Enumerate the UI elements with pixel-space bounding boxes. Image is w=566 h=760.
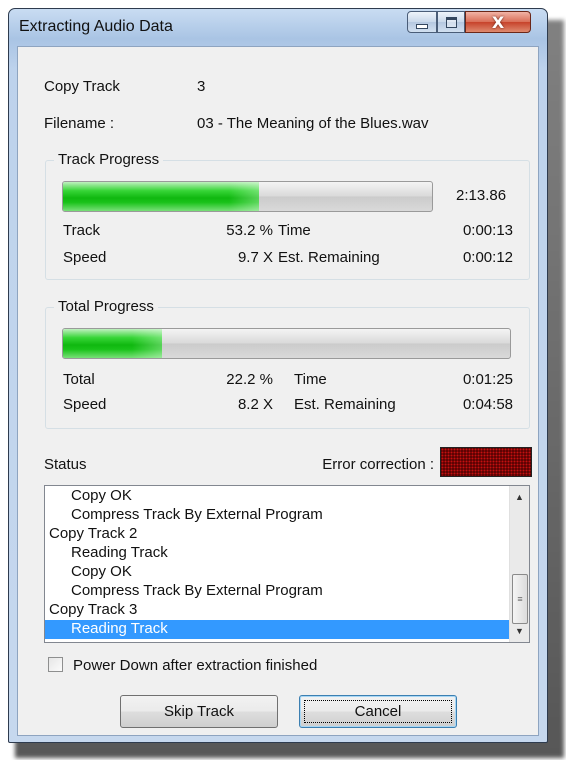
total-progress-bar <box>62 328 511 359</box>
skip-track-label: Skip Track <box>163 703 235 720</box>
filename-value: 03 - The Meaning of the Blues.wav <box>197 115 429 132</box>
total-time-label: Time <box>294 371 327 388</box>
total-speed-value: 8.2 X <box>237 396 273 413</box>
copy-track-value: 3 <box>197 78 206 95</box>
focus-ring <box>304 700 452 723</box>
close-icon: X <box>491 12 505 32</box>
error-correction-label: Error correction : <box>322 456 434 473</box>
title-bar[interactable]: Extracting Audio Data X <box>9 9 547 45</box>
total-progress-fill <box>63 329 163 358</box>
chevron-down-icon[interactable]: ▼ <box>510 622 529 640</box>
chevron-up-icon[interactable]: ▲ <box>510 488 529 506</box>
scrollbar-thumb[interactable]: ≡ <box>512 574 528 624</box>
total-progress-legend: Total Progress <box>54 298 158 315</box>
track-percent: 53.2 % <box>226 222 273 239</box>
minimize-icon <box>416 23 428 29</box>
filename-label: Filename : <box>44 115 115 132</box>
track-progress-bar <box>62 181 433 212</box>
track-duration: 2:13.86 <box>456 187 507 204</box>
total-speed-label: Speed <box>63 396 107 413</box>
track-speed-value: 9.7 X <box>237 249 273 266</box>
total-time-value: 0:01:25 <box>462 371 513 388</box>
total-percent: 22.2 % <box>226 371 273 388</box>
track-speed-label: Speed <box>63 249 107 266</box>
track-progress-legend: Track Progress <box>54 151 164 168</box>
log-scrollbar[interactable]: ▲ ≡ ▼ <box>509 486 529 642</box>
total-progress-group: Total Progress Total 22.2 % Time 0:01:25… <box>45 298 530 429</box>
status-log-list[interactable]: Copy OK Compress Track By External Progra… <box>44 485 530 643</box>
log-item[interactable]: Reading Track <box>45 544 510 563</box>
status-label: Status <box>44 456 87 473</box>
power-down-checkbox[interactable] <box>48 657 63 672</box>
log-item[interactable]: Compress Track By External Program <box>45 582 510 601</box>
log-item[interactable]: Compress Track By External Program <box>45 506 510 525</box>
track-remaining-label: Est. Remaining <box>278 249 380 266</box>
minimize-button[interactable] <box>407 11 437 33</box>
log-item[interactable]: Copy OK <box>45 487 510 506</box>
log-item[interactable]: Copy Track 3 <box>45 601 510 620</box>
maximize-icon <box>445 16 457 28</box>
copy-track-label: Copy Track <box>44 78 120 95</box>
track-label: Track <box>63 222 100 239</box>
log-item[interactable]: Copy Track 2 <box>45 525 510 544</box>
track-progress-fill <box>63 182 260 211</box>
track-time-value: 0:00:13 <box>462 222 513 239</box>
maximize-button[interactable] <box>437 11 465 33</box>
dialog-window: Extracting Audio Data X Copy Track 3 Fil… <box>8 8 548 743</box>
track-remaining-value: 0:00:12 <box>462 249 513 266</box>
log-item[interactable]: Reading Track <box>45 620 510 639</box>
total-remaining-value: 0:04:58 <box>462 396 513 413</box>
window-title: Extracting Audio Data <box>19 18 173 35</box>
dialog-body: Copy Track 3 Filename : 03 - The Meaning… <box>17 46 539 736</box>
error-correction-indicator <box>440 447 532 477</box>
power-down-label[interactable]: Power Down after extraction finished <box>73 657 317 674</box>
close-button[interactable]: X <box>465 11 531 33</box>
track-progress-group: Track Progress 2:13.86 Track 53.2 % Time… <box>45 151 530 280</box>
total-label: Total <box>63 371 95 388</box>
log-item[interactable]: Copy OK <box>45 563 510 582</box>
track-time-label: Time <box>278 222 311 239</box>
cancel-button[interactable]: Cancel <box>299 695 457 728</box>
total-remaining-label: Est. Remaining <box>294 396 396 413</box>
skip-track-button[interactable]: Skip Track <box>120 695 278 728</box>
